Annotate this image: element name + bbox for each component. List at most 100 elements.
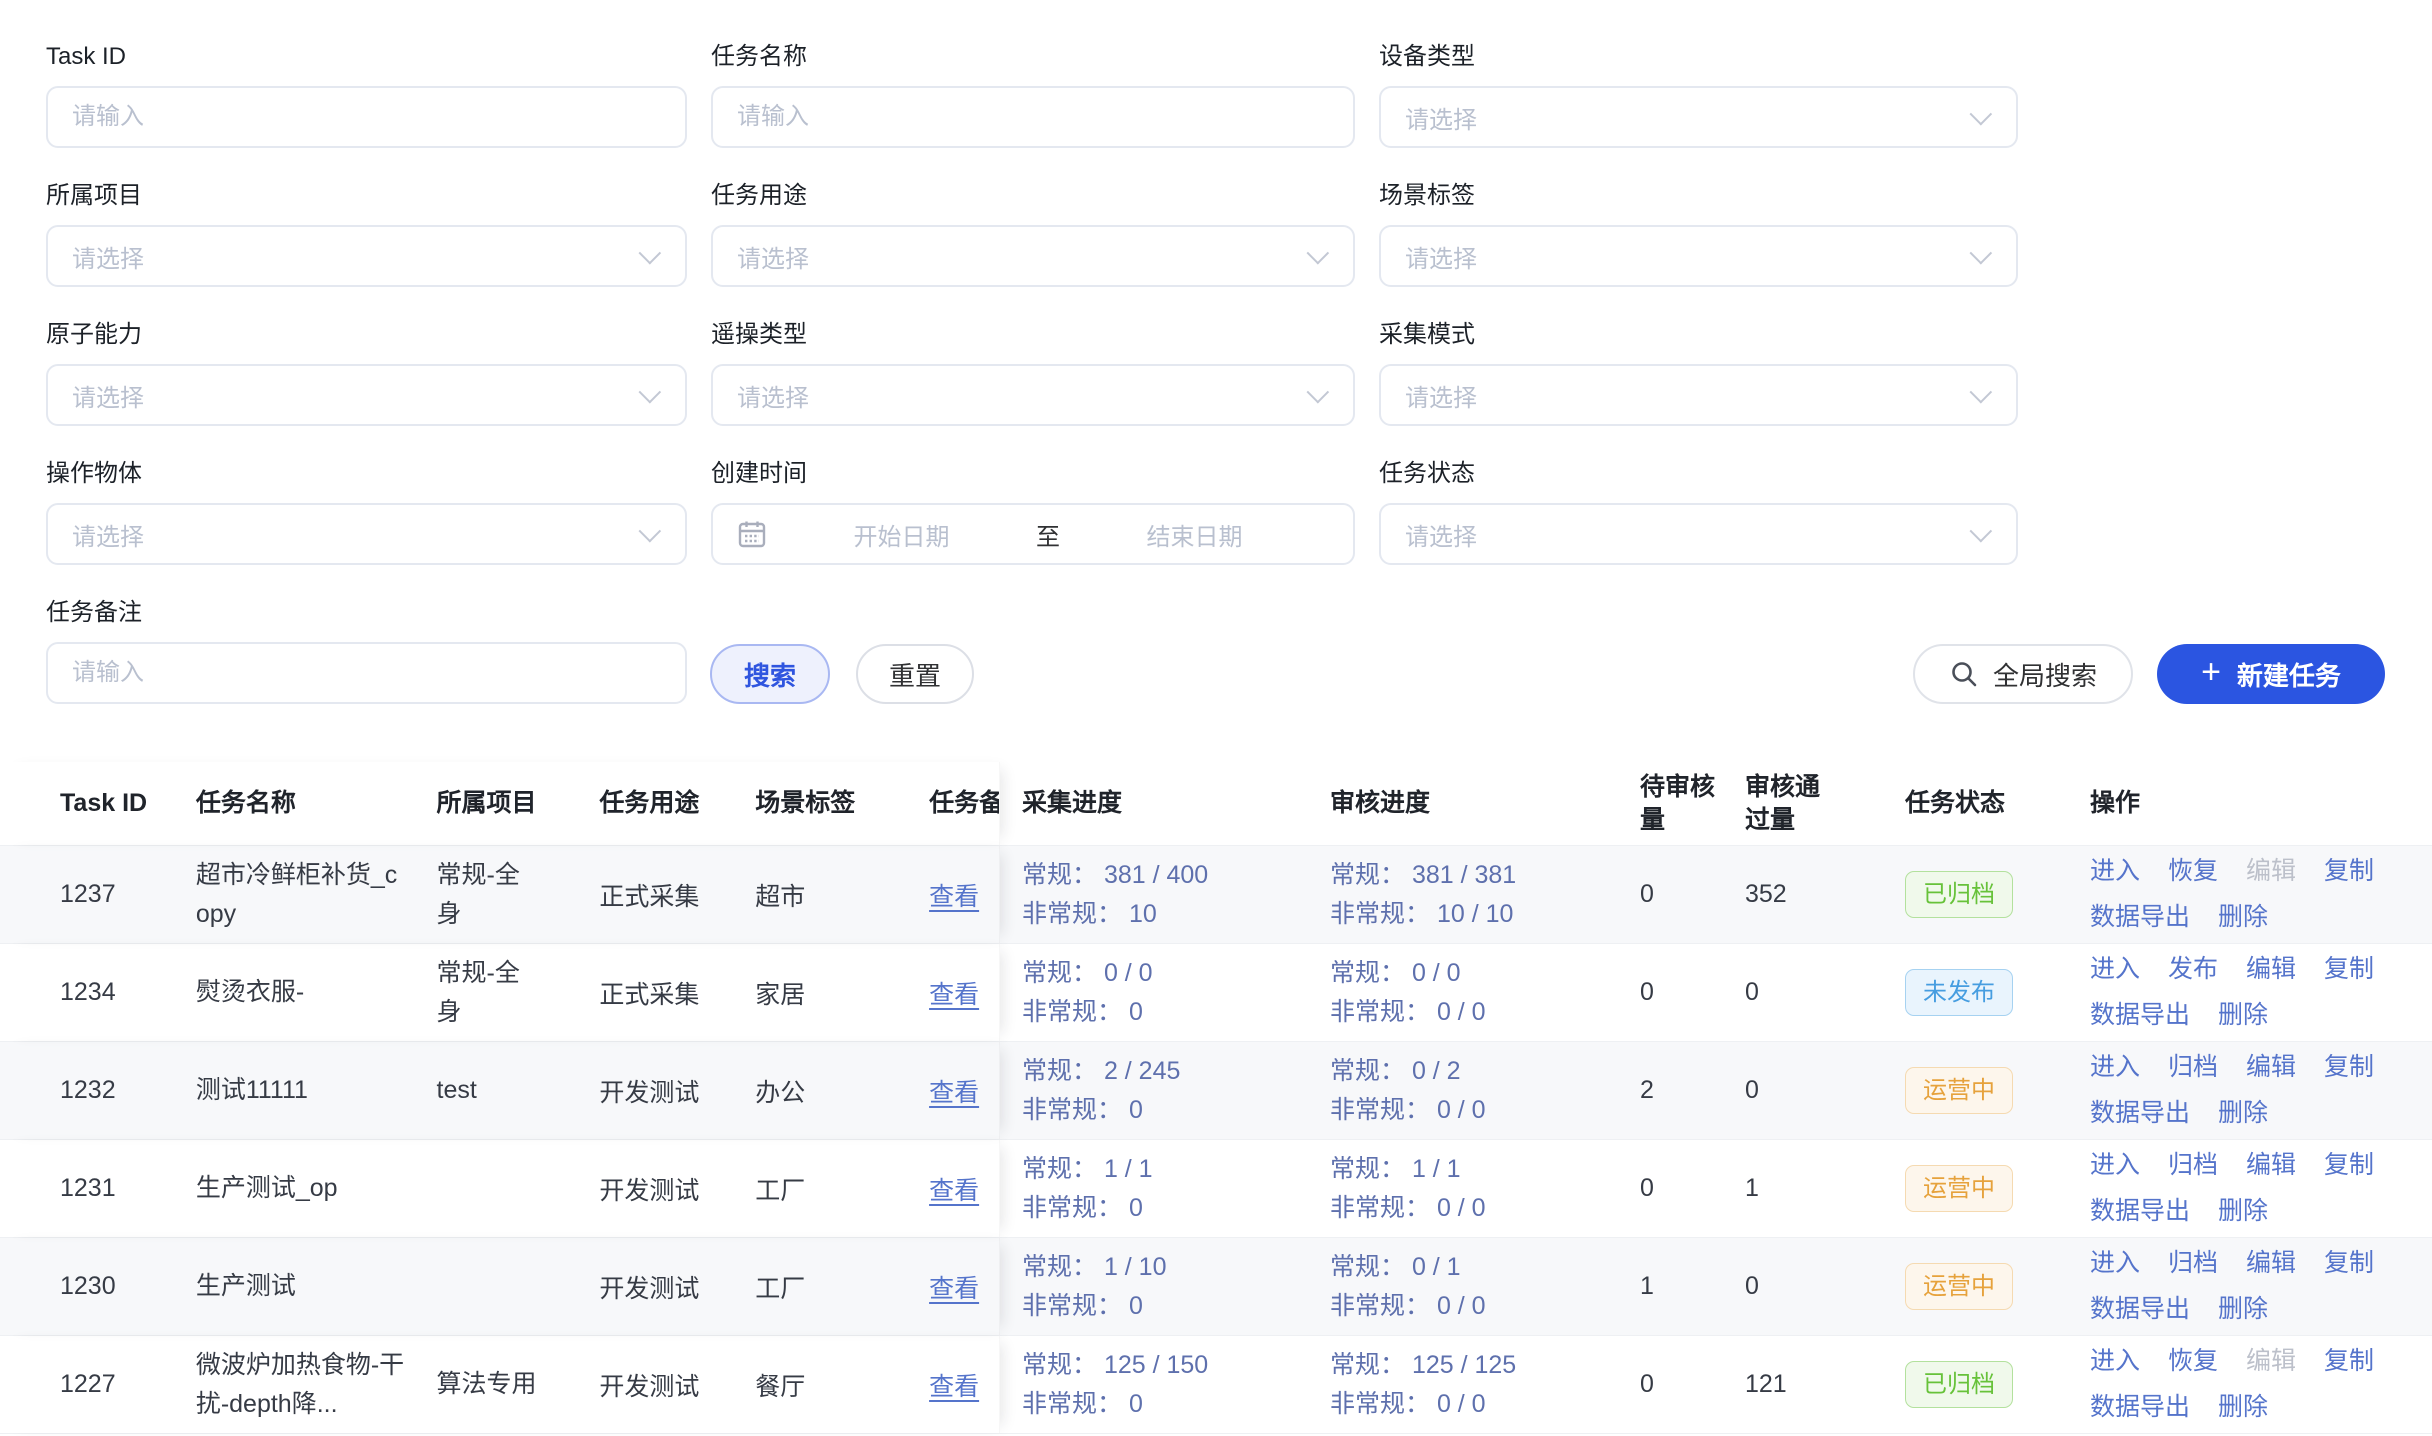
new-task-button[interactable]: + 新建任务 [2157,644,2385,704]
create-time-label: 创建时间 [711,459,1355,489]
cell-pending: 2 [1618,1076,1723,1105]
view-note-link[interactable]: 查看 [929,1367,979,1403]
task-id-input[interactable] [46,86,687,148]
action-restore[interactable]: 恢复 [2168,853,2218,891]
cell-purpose: 开发测试 [599,1171,755,1207]
cell-pending: 0 [1618,880,1723,909]
action-export[interactable]: 数据导出 [2090,1095,2190,1133]
action-copy[interactable]: 复制 [2324,951,2374,989]
cell-project: 常规-全身 [437,856,600,934]
search-button[interactable]: 搜索 [710,644,830,704]
action-enter[interactable]: 进入 [2090,951,2140,989]
action-enter[interactable]: 进入 [2090,1343,2140,1381]
row-actions: 进入 恢复 编辑 复制 数据导出 删除 [2090,1343,2392,1426]
action-enter[interactable]: 进入 [2090,853,2140,891]
task-id-label: Task ID [46,42,687,72]
action-enter[interactable]: 进入 [2090,1245,2140,1283]
header-note: 任务备注 [929,787,999,820]
view-note-link[interactable]: 查看 [929,1171,979,1207]
create-time-range[interactable]: 开始日期 至 结束日期 [711,503,1355,565]
action-copy[interactable]: 复制 [2324,1147,2374,1185]
cell-pending: 0 [1618,978,1723,1007]
action-delete[interactable]: 删除 [2218,899,2268,937]
operate-object-select[interactable]: 请选择 [46,503,687,565]
atomic-ability-field: 原子能力 请选择 [46,320,687,426]
table-header: Task ID 任务名称 所属项目 任务用途 场景标签 任务备注 采集进度 审核… [0,762,2432,846]
global-search-button[interactable]: 全局搜索 [1913,644,2133,704]
cell-name: 生产测试_op [196,1169,437,1208]
action-archive[interactable]: 归档 [2168,1049,2218,1087]
action-enter[interactable]: 进入 [2090,1049,2140,1087]
collect-mode-select[interactable]: 请选择 [1379,364,2018,426]
action-delete[interactable]: 删除 [2218,1291,2268,1329]
plus-icon: + [2201,655,2221,689]
view-note-link[interactable]: 查看 [929,1073,979,1109]
action-archive[interactable]: 归档 [2168,1147,2218,1185]
row-actions: 进入 归档 编辑 复制 数据导出 删除 [2090,1147,2392,1230]
task-note-input[interactable] [46,642,687,704]
view-note-link[interactable]: 查看 [929,1269,979,1305]
row-actions: 进入 恢复 编辑 复制 数据导出 删除 [2090,853,2392,936]
action-export[interactable]: 数据导出 [2090,1389,2190,1427]
action-edit[interactable]: 编辑 [2246,1147,2296,1185]
task-purpose-select[interactable]: 请选择 [711,225,1355,287]
view-note-link[interactable]: 查看 [929,877,979,913]
action-export[interactable]: 数据导出 [2090,1193,2190,1231]
action-delete[interactable]: 删除 [2218,997,2268,1035]
action-copy[interactable]: 复制 [2324,1343,2374,1381]
atomic-ability-select[interactable]: 请选择 [46,364,687,426]
action-publish[interactable]: 发布 [2168,951,2218,989]
teleop-type-select[interactable]: 请选择 [711,364,1355,426]
action-delete[interactable]: 删除 [2218,1193,2268,1231]
task-id-field: Task ID [46,42,687,148]
cell-task-id: 1234 [0,978,196,1007]
action-export[interactable]: 数据导出 [2090,899,2190,937]
row-actions: 进入 发布 编辑 复制 数据导出 删除 [2090,951,2392,1034]
action-export[interactable]: 数据导出 [2090,1291,2190,1329]
reset-button[interactable]: 重置 [856,644,974,704]
action-copy[interactable]: 复制 [2324,1049,2374,1087]
action-delete[interactable]: 删除 [2218,1389,2268,1427]
device-type-select[interactable]: 请选择 [1379,86,2018,148]
action-export[interactable]: 数据导出 [2090,997,2190,1035]
cell-passed: 121 [1723,1370,1883,1399]
cell-task-id: 1237 [0,880,196,909]
scene-tag-select[interactable]: 请选择 [1379,225,2018,287]
cell-project: 常规-全身 [437,954,600,1032]
scene-tag-field: 场景标签 请选择 [1379,181,2018,287]
cell-task-id: 1232 [0,1076,196,1105]
status-badge: 运营中 [1905,1263,2013,1310]
chevron-down-icon [639,520,662,543]
chevron-down-icon [1970,242,1993,265]
cell-name: 生产测试 [196,1267,437,1306]
cell-project: 算法专用 [437,1365,600,1404]
filter-actions-row: 任务备注 搜索 重置 全局搜索 + 新建任务 [46,598,2385,704]
cell-purpose: 正式采集 [599,975,755,1011]
task-name-input[interactable] [711,86,1355,148]
action-copy[interactable]: 复制 [2324,853,2374,891]
task-note-label: 任务备注 [46,598,687,628]
action-edit[interactable]: 编辑 [2246,951,2296,989]
collect-mode-field: 采集模式 请选择 [1379,320,2018,426]
project-select[interactable]: 请选择 [46,225,687,287]
date-separator: 至 [1036,517,1060,552]
action-archive[interactable]: 归档 [2168,1245,2218,1283]
end-date-placeholder: 结束日期 [1060,517,1329,552]
action-delete[interactable]: 删除 [2218,1095,2268,1133]
action-copy[interactable]: 复制 [2324,1245,2374,1283]
task-name-field: 任务名称 [711,42,1355,148]
task-purpose-label: 任务用途 [711,181,1355,211]
action-restore[interactable]: 恢复 [2168,1343,2218,1381]
action-edit[interactable]: 编辑 [2246,1049,2296,1087]
view-note-link[interactable]: 查看 [929,975,979,1011]
action-edit[interactable]: 编辑 [2246,1245,2296,1283]
scene-tag-label: 场景标签 [1379,181,2018,211]
chevron-down-icon [1970,520,1993,543]
collect-progress: 常规： 2 / 245非常规： 0 [1022,1052,1180,1130]
cell-passed: 0 [1723,1272,1883,1301]
task-status-select[interactable]: 请选择 [1379,503,2018,565]
table-header-fixed-group: Task ID 任务名称 所属项目 任务用途 场景标签 任务备注 [0,762,1000,845]
cell-scene: 餐厅 [755,1367,929,1403]
action-enter[interactable]: 进入 [2090,1147,2140,1185]
cell-scene: 工厂 [755,1269,929,1305]
